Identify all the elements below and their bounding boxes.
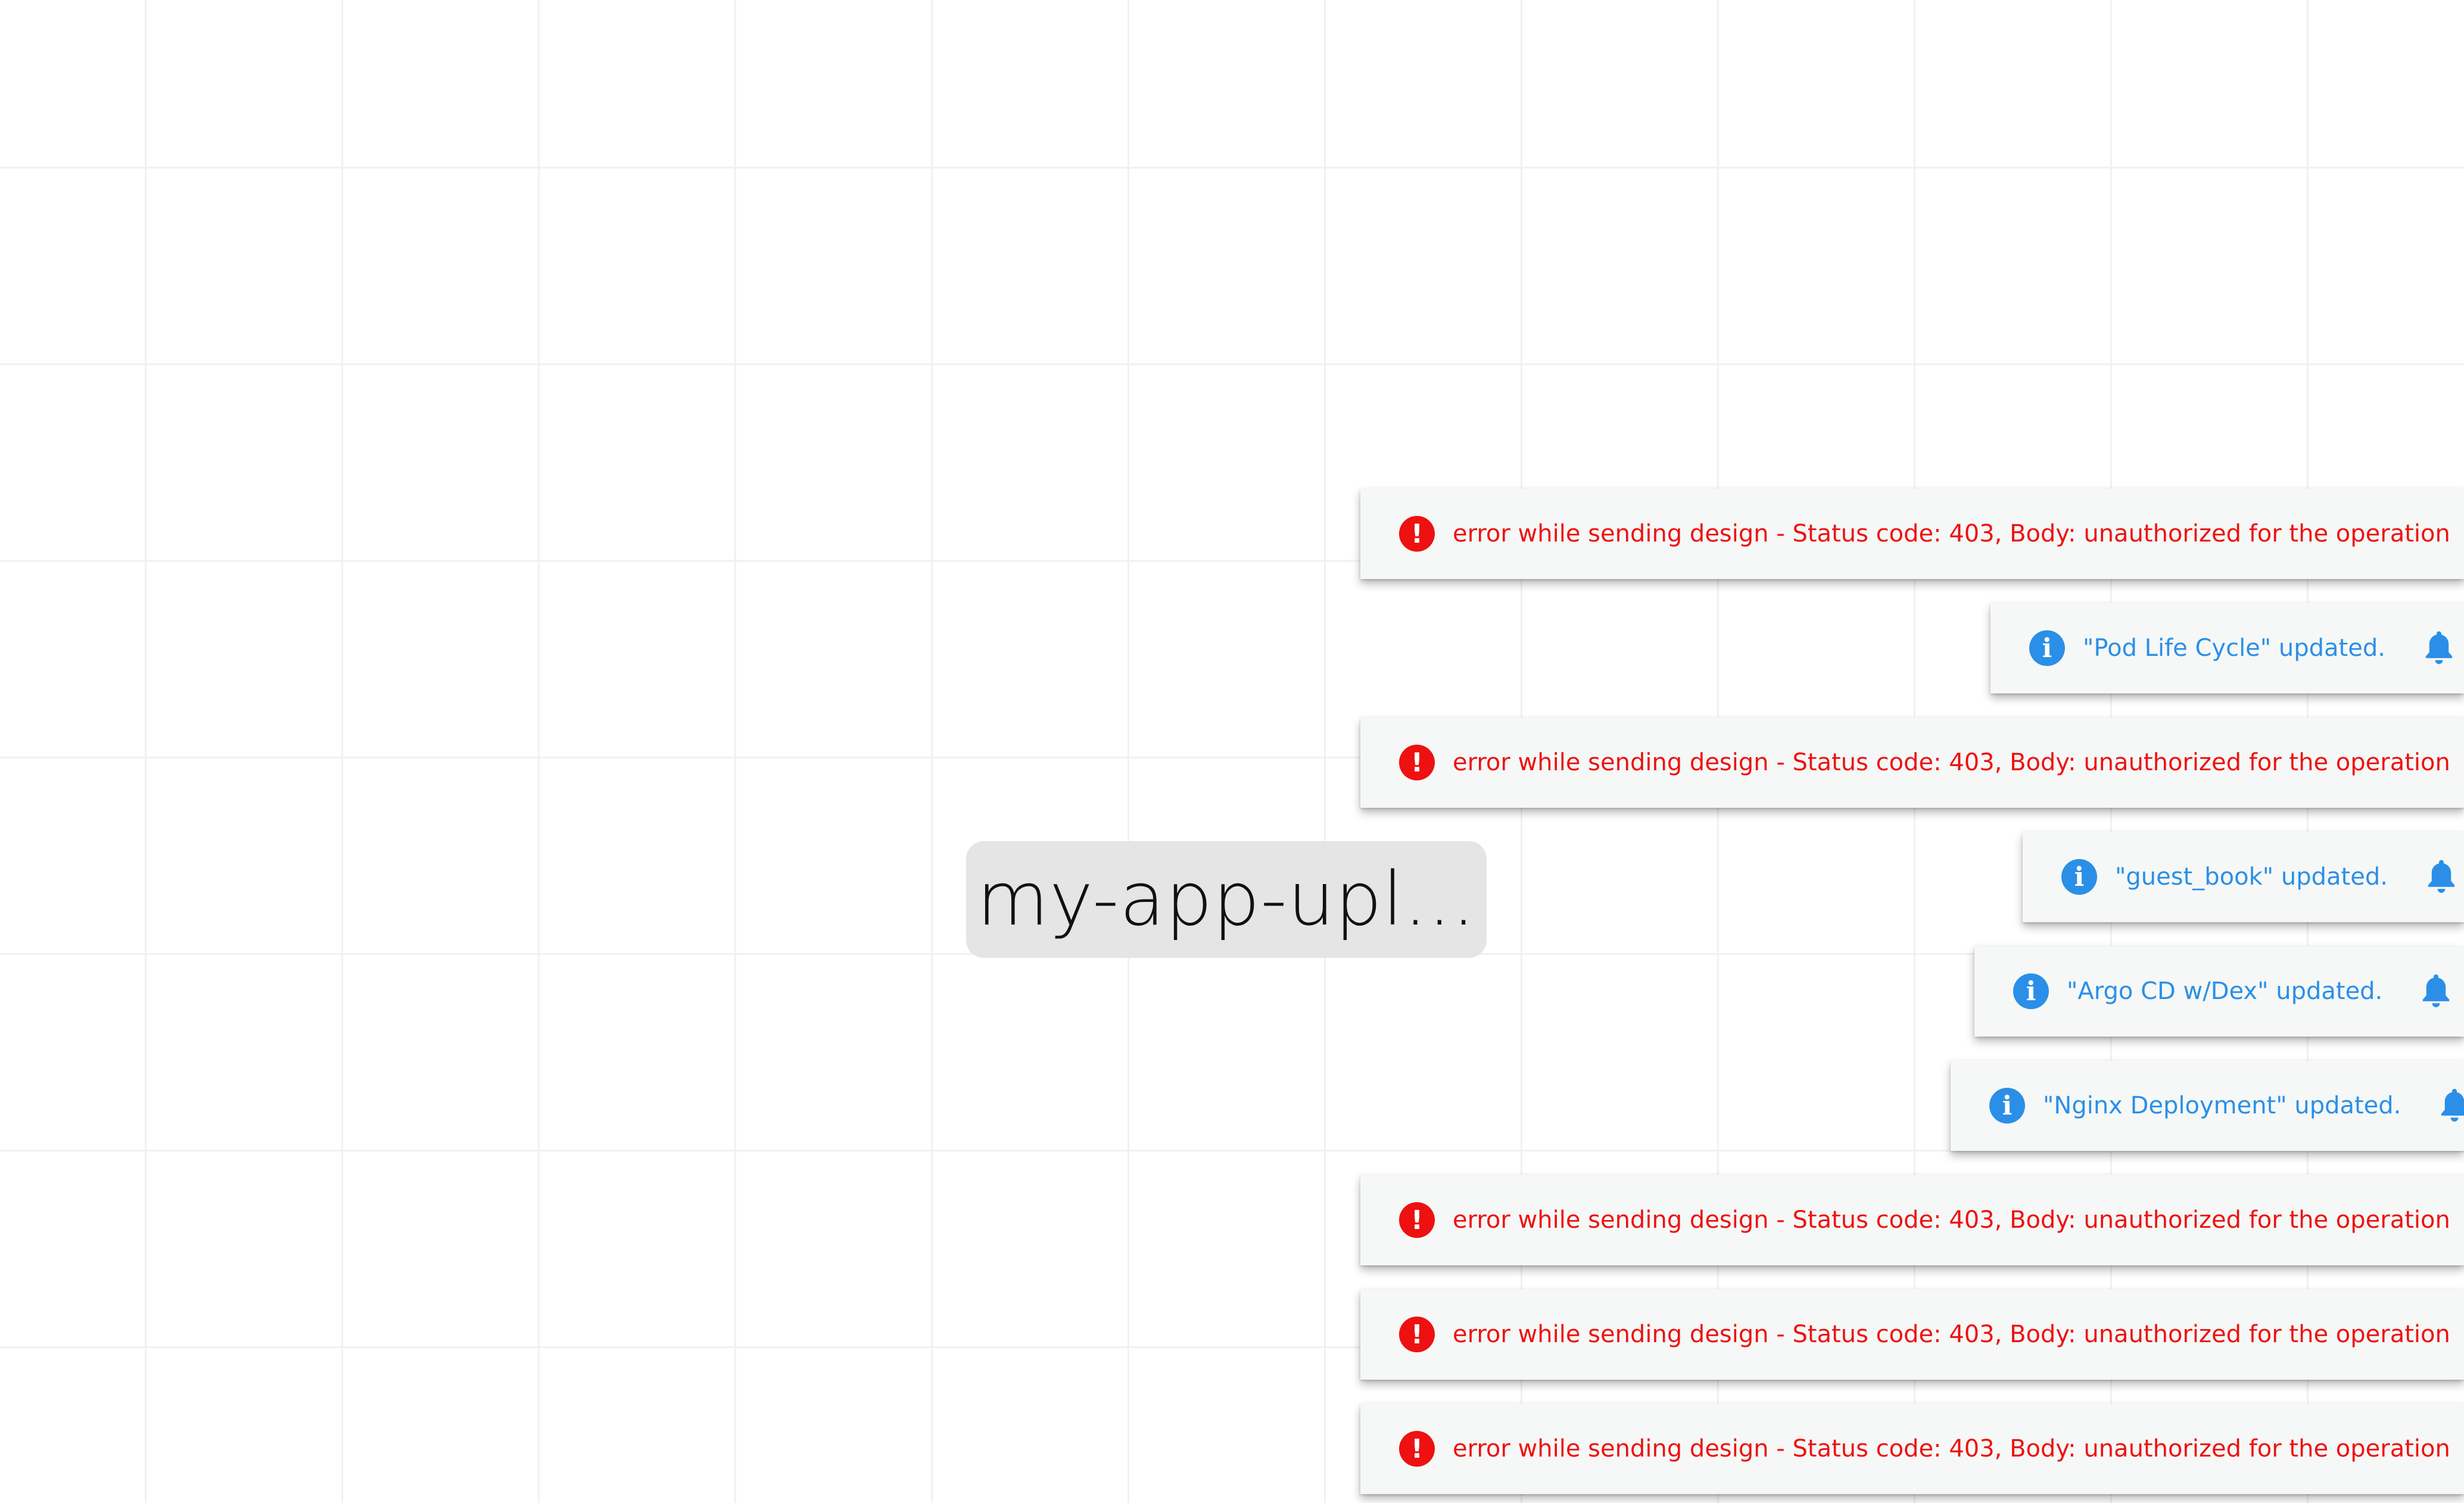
notification-toast-error[interactable]: ! error while sending design - Status co…: [1360, 1175, 2464, 1265]
bell-icon[interactable]: [2418, 972, 2454, 1010]
info-icon: i: [2013, 973, 2049, 1009]
notification-message: "Argo CD w/Dex" updated.: [2067, 978, 2383, 1005]
notification-toast-error[interactable]: ! error while sending design - Status co…: [1360, 717, 2464, 808]
notification-toast-error[interactable]: ! error while sending design - Status co…: [1360, 488, 2464, 579]
info-icon: i: [2029, 630, 2065, 666]
exclamation-icon: !: [1399, 516, 1435, 552]
notification-message: error while sending design - Status code…: [1453, 1435, 2450, 1462]
exclamation-icon: !: [1399, 1317, 1435, 1352]
notification-toast-info[interactable]: i "guest_book" updated.: [2023, 832, 2464, 922]
info-icon: i: [1989, 1088, 2025, 1124]
notification-toast-info[interactable]: i "Nginx Deployment" updated.: [1951, 1060, 2464, 1151]
notification-message: error while sending design - Status code…: [1453, 1321, 2450, 1348]
notification-message: "Pod Life Cycle" updated.: [2083, 634, 2385, 662]
exclamation-icon: !: [1399, 1431, 1435, 1467]
bell-icon[interactable]: [2421, 629, 2457, 667]
notification-message: error while sending design - Status code…: [1453, 749, 2450, 776]
bell-icon[interactable]: [2423, 858, 2459, 896]
info-icon: i: [2061, 859, 2097, 895]
exclamation-icon: !: [1399, 1202, 1435, 1238]
exclamation-icon: !: [1399, 745, 1435, 780]
notification-toast-error[interactable]: ! error while sending design - Status co…: [1360, 1404, 2464, 1494]
notification-message: error while sending design - Status code…: [1453, 1206, 2450, 1234]
notification-message: "guest_book" updated.: [2115, 863, 2388, 891]
bell-icon[interactable]: [2437, 1087, 2464, 1125]
notification-toast-info[interactable]: i "Argo CD w/Dex" updated.: [1974, 946, 2464, 1037]
notification-toast-error[interactable]: ! error while sending design - Status co…: [1360, 1289, 2464, 1380]
notification-message: error while sending design - Status code…: [1453, 520, 2450, 547]
canvas-node-label[interactable]: my-app-upl...: [966, 841, 1487, 958]
notification-toast-info[interactable]: i "Pod Life Cycle" updated.: [1990, 603, 2464, 693]
notification-message: "Nginx Deployment" updated.: [2043, 1092, 2401, 1119]
